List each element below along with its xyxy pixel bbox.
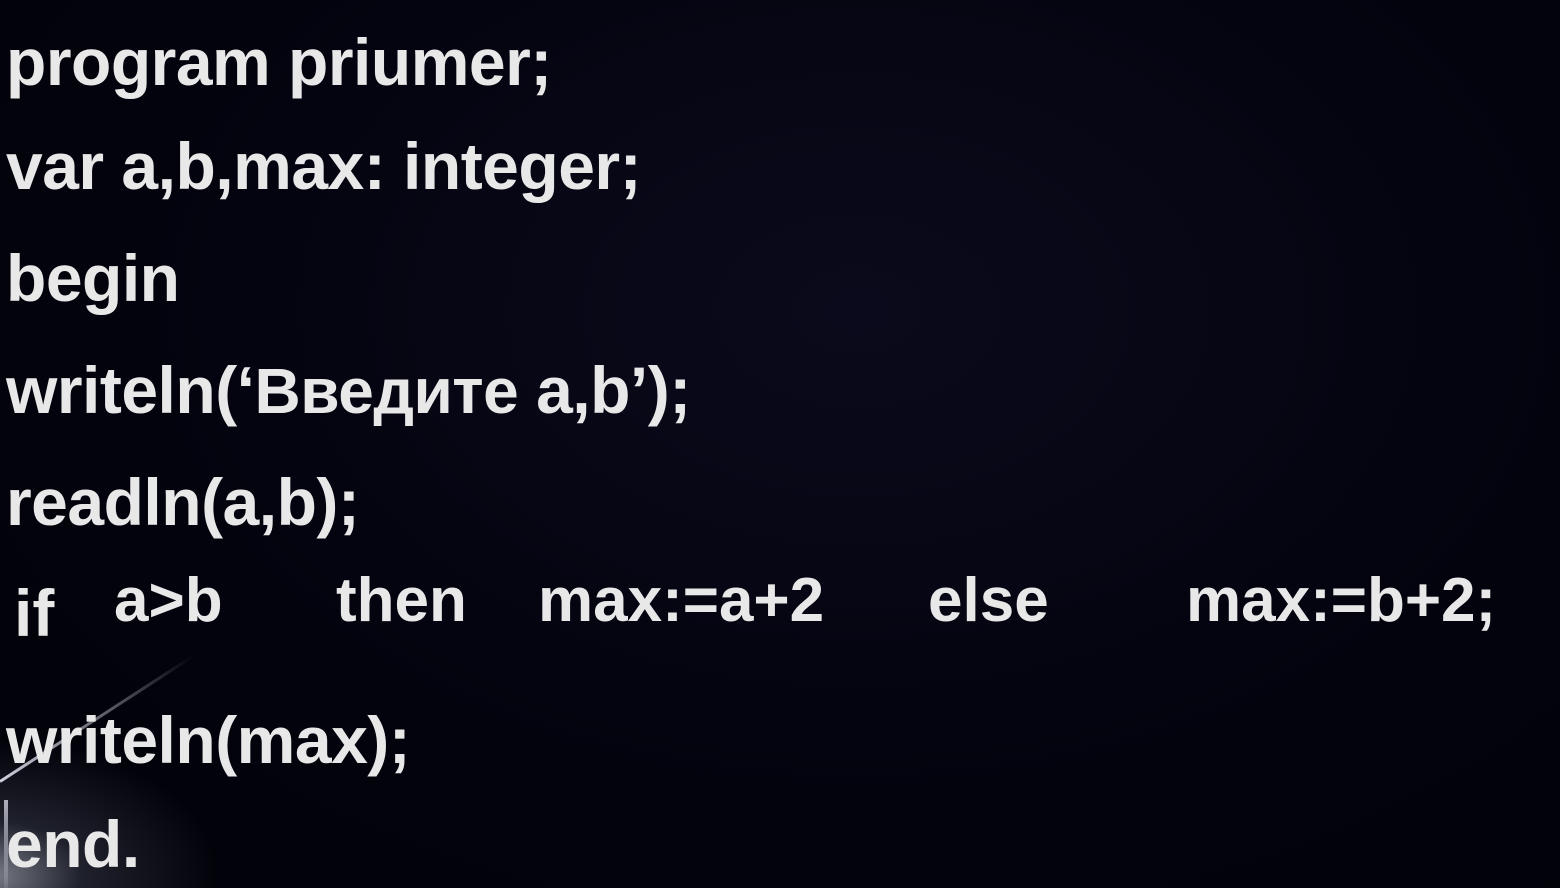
writeln-suffix: a,b’); xyxy=(518,353,691,427)
code-then-statement: max:=a+2 xyxy=(538,566,825,635)
prompt-string: Введите xyxy=(254,355,519,427)
code-line-program: program priumer; xyxy=(6,25,552,99)
writeln-prefix: writeln(‘ xyxy=(6,353,255,427)
code-line-var: var a,b,max: integer; xyxy=(6,129,642,203)
code-line-end: end. xyxy=(6,807,140,881)
code-line-readln: readln(a,b); xyxy=(6,465,360,539)
code-else-keyword: else xyxy=(928,566,1049,635)
code-if-condition: a>b xyxy=(114,566,223,635)
code-line-begin: begin xyxy=(6,241,180,315)
code-if-keyword: if xyxy=(14,576,55,650)
code-line-writeln-max: writeln(max); xyxy=(6,703,411,777)
code-else-statement: max:=b+2; xyxy=(1186,566,1497,635)
slide-background: program priumer; var a,b,max: integer; b… xyxy=(0,0,1560,888)
code-line-writeln-prompt: writeln(‘Введите a,b’); xyxy=(6,350,691,431)
code-then-keyword: then xyxy=(336,566,467,635)
